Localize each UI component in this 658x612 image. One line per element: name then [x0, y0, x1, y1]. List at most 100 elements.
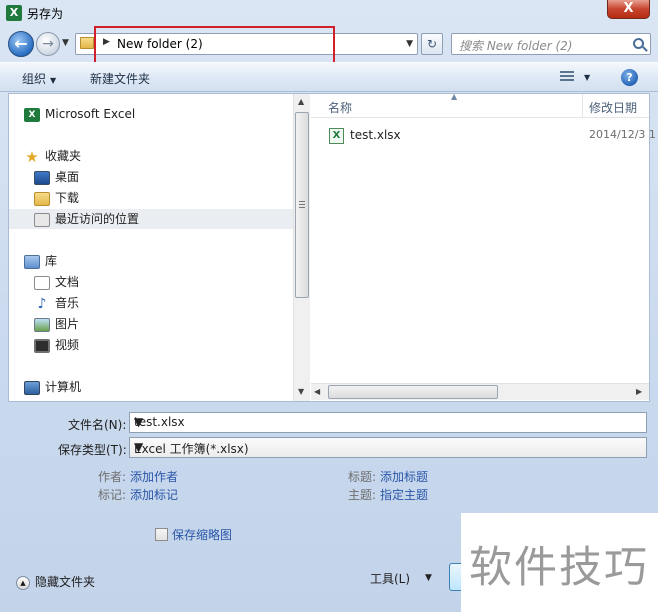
hide-folders-button[interactable]: ▲ 隐藏文件夹	[16, 573, 95, 590]
command-toolbar: 组织 ▼ 新建文件夹 ▼ ?	[0, 62, 658, 92]
file-list-hscrollbar[interactable]: ◀ ▶	[311, 383, 649, 400]
title-label: 标题:	[348, 470, 377, 484]
author-link[interactable]: 添加作者	[130, 468, 178, 485]
highlight-annotation	[94, 26, 335, 66]
scroll-right-icon[interactable]: ▶	[636, 387, 642, 396]
title-bar: X 另存为 X	[0, 0, 658, 26]
scroll-down-icon[interactable]: ▼	[298, 387, 304, 396]
nav-item-label: 最近访问的位置	[55, 212, 140, 226]
search-icon[interactable]	[633, 38, 644, 49]
title-link[interactable]: 添加标题	[380, 468, 428, 485]
subject-link[interactable]: 指定主题	[380, 486, 428, 503]
column-header-name[interactable]: 名称	[328, 99, 352, 116]
search-input[interactable]: 搜索 New folder (2)	[451, 33, 651, 55]
view-dropdown-icon[interactable]: ▼	[584, 73, 590, 82]
scroll-up-icon[interactable]: ▲	[298, 97, 304, 106]
watermark: 软件技巧	[461, 513, 658, 612]
nav-item-label: 图片	[55, 317, 80, 331]
save-thumbnail-label[interactable]: 保存缩略图	[172, 526, 232, 543]
tags-link[interactable]: 添加标记	[130, 486, 178, 503]
back-arrow-icon[interactable]: ←	[8, 31, 34, 57]
search-placeholder: 搜索 New folder (2)	[459, 39, 573, 53]
column-header-row: ▲ 名称 修改日期	[311, 92, 649, 118]
nav-item-label: 桌面	[55, 170, 80, 184]
organize-button[interactable]: 组织 ▼	[22, 70, 56, 87]
file-row[interactable]: X test.xlsx 2014/12/3 1	[311, 126, 656, 146]
music-icon: ♪	[37, 295, 47, 312]
author-label: 作者:	[98, 470, 127, 484]
chevron-down-icon[interactable]: ▼	[134, 440, 643, 454]
library-icon	[24, 254, 40, 269]
chevron-down-icon: ▼	[50, 76, 57, 85]
save-as-dialog: X 另存为 X ← → ▼ ▶ New folder (2) ▼ ↻ 搜索 Ne…	[0, 0, 658, 612]
file-list: ▲ 名称 修改日期 X test.xlsx 2014/12/3 1 ◀ ▶	[311, 92, 656, 401]
filename-field[interactable]: test.xlsx ▼	[129, 412, 647, 433]
new-folder-button[interactable]: 新建文件夹	[90, 70, 150, 87]
view-options-icon[interactable]	[560, 71, 574, 83]
window-title: 另存为	[27, 7, 64, 21]
close-button[interactable]: X	[607, 0, 650, 19]
file-date: 2014/12/3 1	[589, 128, 656, 141]
star-icon: ★	[25, 147, 39, 166]
file-name: test.xlsx	[350, 128, 401, 142]
chevron-down-icon[interactable]: ▼	[425, 573, 432, 583]
nav-item-documents[interactable]: 文档	[34, 272, 79, 292]
nav-item-pictures[interactable]: 图片	[34, 314, 79, 334]
hscroll-thumb[interactable]	[328, 385, 498, 399]
tools-button[interactable]: 工具(L)	[370, 570, 410, 587]
nav-item-label: 收藏夹	[45, 149, 82, 163]
nav-item-label: 库	[45, 254, 58, 268]
nav-item-label: 下载	[55, 191, 80, 205]
nav-item-excel[interactable]: X Microsoft Excel	[24, 104, 135, 124]
nav-item-recent-places[interactable]: 最近访问的位置	[9, 209, 293, 229]
nav-item-videos[interactable]: 视频	[34, 335, 79, 355]
navigation-pane: X Microsoft Excel ★ 收藏夹 桌面 下载 最近访问的位置 库 文档…	[9, 94, 293, 401]
filetype-select[interactable]: Excel 工作簿(*.xlsx) ▼	[129, 437, 647, 458]
organize-label: 组织	[22, 72, 47, 86]
subject-label: 主题:	[348, 488, 377, 502]
nav-item-downloads[interactable]: 下载	[34, 188, 79, 208]
documents-icon	[34, 275, 50, 290]
folder-icon	[80, 37, 94, 49]
nav-item-label: 音乐	[55, 296, 80, 310]
tags-label: 标记:	[98, 488, 127, 502]
nav-item-computer[interactable]: 计算机	[24, 377, 81, 397]
filetype-label: 保存类型(T):	[58, 443, 127, 457]
pictures-icon	[34, 317, 50, 332]
nav-item-desktop[interactable]: 桌面	[34, 167, 79, 187]
nav-item-label: 视频	[55, 338, 80, 352]
nav-item-label: 文档	[55, 275, 80, 289]
chevron-down-icon[interactable]: ▼	[134, 415, 643, 429]
videos-icon	[34, 338, 50, 353]
recent-places-icon	[34, 212, 50, 227]
address-dropdown-icon[interactable]: ▼	[406, 39, 413, 49]
browser-content: X Microsoft Excel ★ 收藏夹 桌面 下载 最近访问的位置 库 文档…	[8, 92, 656, 402]
column-header-date[interactable]: 修改日期	[589, 99, 637, 116]
nav-item-music[interactable]: ♪ 音乐	[34, 293, 79, 313]
computer-icon	[24, 380, 40, 395]
nav-item-label: Microsoft Excel	[45, 107, 136, 121]
download-folder-icon	[34, 191, 50, 206]
save-thumbnail-checkbox[interactable]	[155, 528, 168, 541]
watermark-text: 软件技巧	[469, 543, 649, 593]
column-divider[interactable]	[582, 94, 583, 118]
help-icon[interactable]: ?	[621, 69, 638, 86]
hide-folders-label: 隐藏文件夹	[35, 575, 96, 589]
nav-pane-scrollbar[interactable]: ▲ ▼	[293, 94, 310, 401]
excel-app-icon: X	[6, 5, 22, 21]
scroll-left-icon[interactable]: ◀	[314, 387, 320, 396]
excel-icon: X	[24, 107, 40, 122]
grip-icon	[299, 201, 305, 209]
filename-label: 文件名(N):	[68, 418, 127, 432]
sort-ascending-icon: ▲	[451, 92, 458, 101]
chevron-up-icon: ▲	[16, 575, 30, 590]
scroll-thumb[interactable]	[295, 112, 309, 298]
nav-item-label: 计算机	[45, 380, 82, 394]
recent-pages-dropdown-icon[interactable]: ▼	[62, 38, 69, 48]
nav-item-libraries[interactable]: 库	[24, 251, 57, 271]
desktop-icon	[34, 170, 50, 185]
excel-file-icon: X	[329, 128, 344, 144]
refresh-button[interactable]: ↻	[421, 33, 443, 55]
nav-item-favorites[interactable]: ★ 收藏夹	[24, 146, 81, 166]
forward-arrow-icon[interactable]: →	[36, 32, 60, 56]
